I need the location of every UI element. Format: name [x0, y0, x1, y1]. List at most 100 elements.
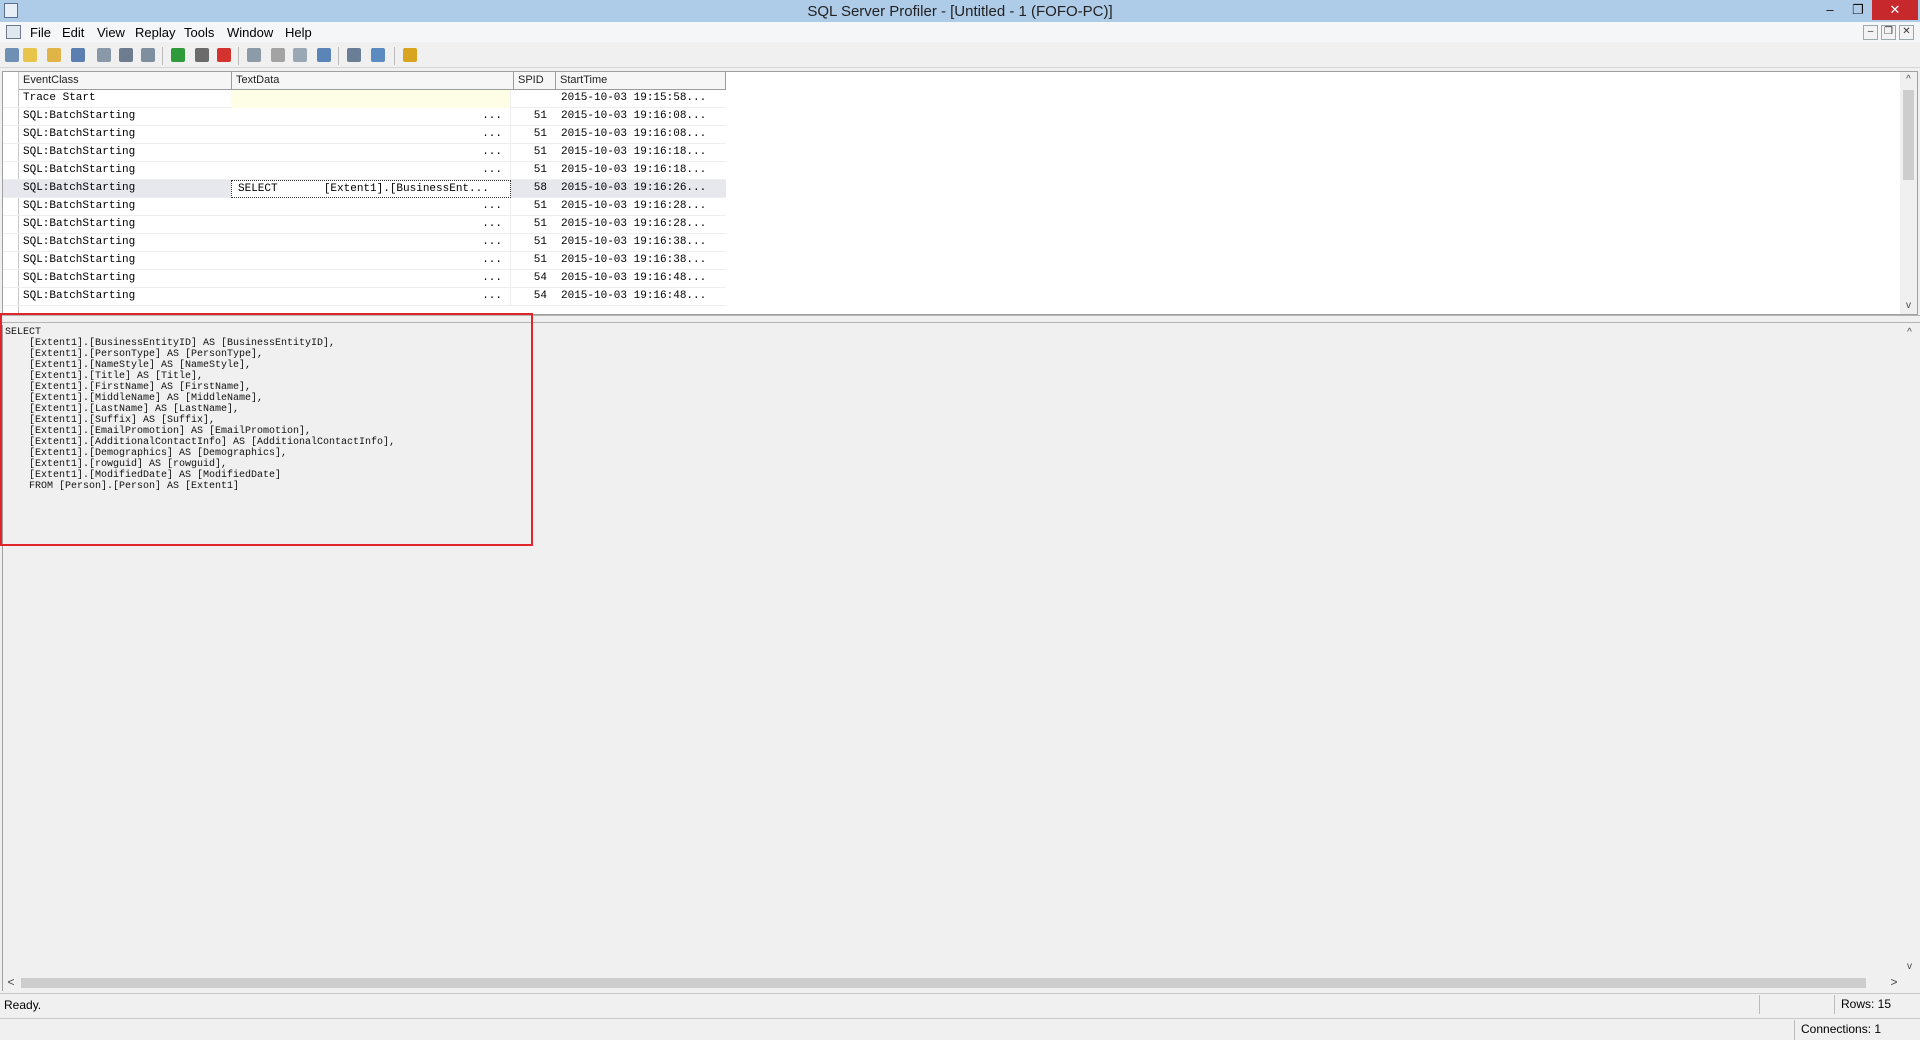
help-button[interactable] — [402, 47, 419, 64]
document-icon[interactable] — [6, 25, 21, 39]
perfmon-button[interactable] — [370, 47, 387, 64]
menu-tools[interactable]: Tools — [184, 25, 214, 40]
scroll-down-arrow-icon[interactable]: v — [1900, 298, 1917, 314]
cell-starttime: 2015-10-03 19:16:28... — [561, 200, 707, 212]
cell-spid: 51 — [533, 146, 547, 158]
close-button[interactable]: ✕ — [1872, 0, 1918, 20]
cell-eventclass: SQL:BatchStarting — [23, 200, 136, 212]
auto-scroll-button[interactable] — [316, 47, 333, 64]
scroll-thumb[interactable] — [1903, 90, 1914, 180]
detail-vertical-scrollbar[interactable]: ^ v — [1901, 325, 1918, 975]
menu-edit[interactable]: Edit — [62, 25, 84, 40]
cell-starttime: 2015-10-03 19:16:08... — [561, 110, 707, 122]
table-row-selected[interactable]: SQL:BatchStarting SELECT [Extent1].[Busin… — [3, 180, 726, 198]
cell-starttime: 2015-10-03 19:16:48... — [561, 272, 707, 284]
detail-horizontal-scrollbar[interactable]: < > — [3, 974, 1902, 991]
cell-eventclass: Trace Start — [23, 92, 96, 104]
table-row[interactable]: SQL:BatchStarting... 54 2015-10-03 19:16:4… — [3, 270, 726, 288]
new-template-icon — [23, 48, 37, 62]
cell-textdata: ... — [231, 288, 511, 306]
run-trace-button[interactable] — [170, 47, 187, 64]
scroll-up-arrow-icon[interactable]: ^ — [1900, 72, 1917, 88]
cell-starttime: 2015-10-03 19:16:38... — [561, 254, 707, 266]
table-row[interactable]: SQL:BatchStarting... 54 2015-10-03 19:16:4… — [3, 288, 726, 306]
menu-window[interactable]: Window — [227, 25, 273, 40]
detail-scroll-down-arrow-icon[interactable]: v — [1901, 959, 1918, 975]
table-row[interactable]: Trace Start 2015-10-03 19:15:58... — [3, 90, 726, 108]
trace-grid[interactable]: EventClass TextData SPID StartTime Trace… — [2, 71, 1918, 315]
minimize-button[interactable]: – — [1816, 0, 1844, 20]
mdi-minimize-button[interactable]: – — [1863, 25, 1878, 40]
cell-textdata: ... — [231, 198, 511, 216]
column-header-starttime[interactable]: StartTime — [556, 72, 726, 90]
status-bar: Ready. Rows: 15 Connections: 1 — [0, 993, 1920, 1040]
cell-starttime: 2015-10-03 19:16:18... — [561, 146, 707, 158]
menu-bar: File Edit View Replay Tools Window Help … — [0, 22, 1920, 42]
toolbar-separator — [338, 47, 339, 65]
cell-starttime: 2015-10-03 19:16:26... — [561, 182, 707, 194]
cell-textdata: ... — [231, 126, 511, 144]
pause-trace-icon — [195, 48, 209, 62]
cell-textdata: ... — [231, 270, 511, 288]
clear-trace-button[interactable] — [140, 47, 157, 64]
pause-trace-button[interactable] — [194, 47, 211, 64]
cell-spid: 51 — [533, 200, 547, 212]
open-button[interactable] — [46, 47, 63, 64]
stop-trace-button[interactable] — [216, 47, 233, 64]
cell-eventclass: SQL:BatchStarting — [23, 164, 136, 176]
grid-vertical-scrollbar[interactable]: ^ v — [1900, 72, 1917, 314]
cell-textdata: SELECT [Extent1].[BusinessEnt... — [231, 180, 511, 198]
cell-spid: 51 — [533, 218, 547, 230]
activity-monitor-icon — [347, 48, 361, 62]
toolbar — [0, 43, 1920, 68]
status-empty-cell — [1759, 995, 1834, 1014]
table-row[interactable]: SQL:BatchStarting... 51 2015-10-03 19:16:1… — [3, 144, 726, 162]
table-row[interactable]: SQL:BatchStarting... 51 2015-10-03 19:16:3… — [3, 252, 726, 270]
column-header-spid[interactable]: SPID — [514, 72, 556, 90]
new-template-button[interactable] — [22, 47, 39, 64]
cell-textdata: ... — [231, 162, 511, 180]
mdi-close-button[interactable]: ✕ — [1899, 25, 1914, 40]
cell-spid: 54 — [533, 272, 547, 284]
save-icon — [71, 48, 85, 62]
table-row[interactable]: SQL:BatchStarting... 51 2015-10-03 19:16:1… — [3, 162, 726, 180]
column-header-textdata[interactable]: TextData — [232, 72, 514, 90]
find-button[interactable] — [118, 47, 135, 64]
activity-monitor-button[interactable] — [346, 47, 363, 64]
cell-spid: 54 — [533, 290, 547, 302]
trace-properties-icon — [247, 48, 261, 62]
table-row[interactable]: SQL:BatchStarting... 51 2015-10-03 19:16:3… — [3, 234, 726, 252]
properties-button[interactable] — [96, 47, 113, 64]
cell-eventclass: SQL:BatchStarting — [23, 182, 136, 194]
column-button[interactable] — [292, 47, 309, 64]
cell-eventclass: SQL:BatchStarting — [23, 236, 136, 248]
table-row[interactable]: SQL:BatchStarting... 51 2015-10-03 19:16:2… — [3, 216, 726, 234]
new-trace-button[interactable] — [4, 47, 21, 64]
cell-spid: 51 — [533, 110, 547, 122]
cell-textdata: ... — [231, 216, 511, 234]
toolbar-separator — [162, 47, 163, 65]
column-header-eventclass[interactable]: EventClass — [19, 72, 232, 90]
detail-scroll-up-arrow-icon[interactable]: ^ — [1901, 325, 1918, 341]
cell-spid — [513, 90, 553, 108]
table-row[interactable]: SQL:BatchStarting... 51 2015-10-03 19:16:2… — [3, 198, 726, 216]
clear-window-button[interactable] — [270, 47, 287, 64]
menu-file[interactable]: File — [30, 25, 51, 40]
scroll-right-arrow-icon[interactable]: > — [1886, 974, 1902, 991]
trace-properties-button[interactable] — [246, 47, 263, 64]
restore-button[interactable]: ❐ — [1844, 0, 1872, 20]
mdi-restore-button[interactable]: ❐ — [1881, 25, 1896, 40]
table-row[interactable]: SQL:BatchStarting... 51 2015-10-03 19:16:0… — [3, 108, 726, 126]
auto-scroll-icon — [317, 48, 331, 62]
menu-view[interactable]: View — [97, 25, 125, 40]
run-trace-icon — [171, 48, 185, 62]
scroll-left-arrow-icon[interactable]: < — [3, 974, 19, 991]
menu-help[interactable]: Help — [285, 25, 312, 40]
menu-replay[interactable]: Replay — [135, 25, 175, 40]
save-button[interactable] — [70, 47, 87, 64]
table-row[interactable]: SQL:BatchStarting... 51 2015-10-03 19:16:0… — [3, 126, 726, 144]
horizontal-scroll-thumb[interactable] — [21, 978, 1866, 988]
find-icon — [119, 48, 133, 62]
cell-starttime: 2015-10-03 19:16:28... — [561, 218, 707, 230]
cell-starttime: 2015-10-03 19:15:58... — [561, 92, 707, 104]
